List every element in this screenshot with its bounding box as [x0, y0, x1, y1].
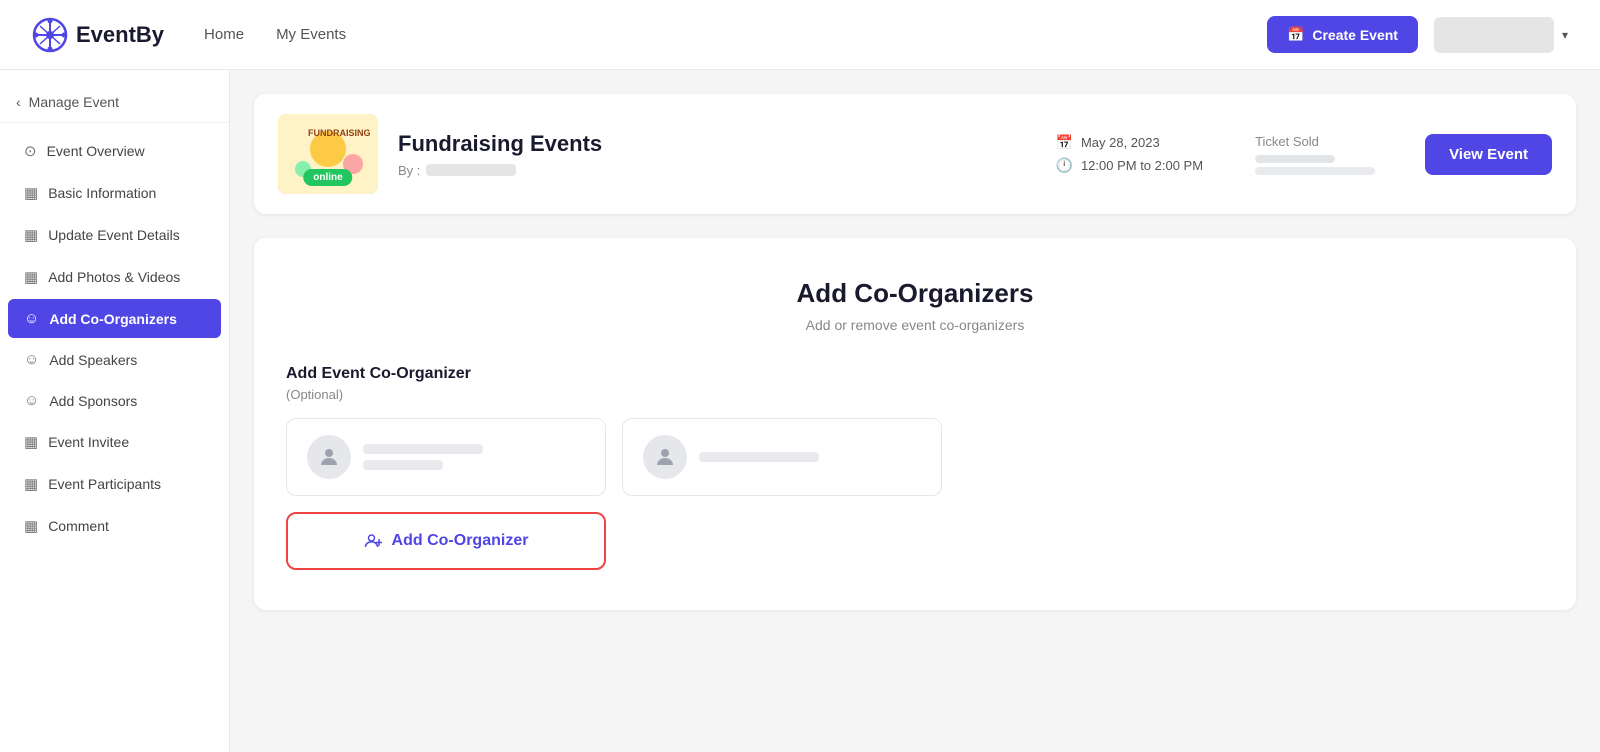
- basic-info-icon: ▦: [24, 184, 38, 202]
- blur-bar-2: [363, 460, 443, 470]
- co-organizers-icon: ☺: [24, 310, 39, 327]
- topnav-right: 📅 Create Event ▾: [1267, 16, 1568, 53]
- event-title: Fundraising Events: [398, 131, 1036, 157]
- sidebar-item-basic-information[interactable]: ▦ Basic Information: [8, 173, 221, 213]
- nav-my-events[interactable]: My Events: [276, 26, 346, 43]
- create-event-button[interactable]: 📅 Create Event: [1267, 16, 1418, 53]
- chevron-down-icon: ▾: [1562, 28, 1568, 42]
- blur-bar-3: [699, 452, 819, 462]
- event-thumbnail-image: FUNDRAISING online: [278, 114, 378, 194]
- sidebar-item-label: Update Event Details: [48, 227, 180, 243]
- logo[interactable]: EventBy: [32, 17, 164, 53]
- online-badge: online: [303, 169, 352, 186]
- nav-links: Home My Events: [204, 26, 1267, 43]
- sidebar-item-label: Event Invitee: [48, 434, 129, 450]
- person-icon-1: [317, 445, 341, 469]
- section-title: Add Co-Organizers: [286, 278, 1544, 309]
- ticket-sold-label: Ticket Sold: [1255, 134, 1405, 149]
- sidebar-item-event-participants[interactable]: ▦ Event Participants: [8, 464, 221, 504]
- person-icon-2: [653, 445, 677, 469]
- logo-text: EventBy: [76, 22, 164, 48]
- ticket-bar-1: [1255, 155, 1335, 163]
- sidebar-item-label: Event Overview: [47, 143, 145, 159]
- sidebar: ‹ Manage Event ⊙ Event Overview ▦ Basic …: [0, 70, 230, 752]
- co-org-card-2: [622, 418, 942, 496]
- comment-icon: ▦: [24, 517, 38, 535]
- sidebar-item-add-co-organizers[interactable]: ☺ Add Co-Organizers: [8, 299, 221, 338]
- calendar-meta-icon: 📅: [1056, 134, 1073, 151]
- by-label: By :: [398, 163, 420, 178]
- sidebar-item-label: Add Sponsors: [49, 393, 137, 409]
- speakers-icon: ☺: [24, 351, 39, 368]
- sidebar-item-add-photos-videos[interactable]: ▦ Add Photos & Videos: [8, 257, 221, 297]
- photos-videos-icon: ▦: [24, 268, 38, 286]
- create-event-label: Create Event: [1312, 27, 1398, 43]
- ticket-bars: [1255, 155, 1405, 175]
- co-org-cards-list: [286, 418, 1544, 496]
- view-event-button[interactable]: View Event: [1425, 134, 1552, 175]
- back-arrow-icon: ‹: [16, 94, 21, 110]
- co-org-avatar-1: [307, 435, 351, 479]
- sponsors-icon: ☺: [24, 392, 39, 409]
- overview-icon: ⊙: [24, 142, 37, 160]
- invitee-icon: ▦: [24, 433, 38, 451]
- event-date-text: May 28, 2023: [1081, 135, 1160, 150]
- organizer-name-blur: [426, 164, 516, 176]
- participants-icon: ▦: [24, 475, 38, 493]
- user-dropdown[interactable]: ▾: [1434, 17, 1568, 53]
- sidebar-item-add-sponsors[interactable]: ☺ Add Sponsors: [8, 381, 221, 420]
- sidebar-item-label: Comment: [48, 518, 109, 534]
- svg-text:FUNDRAISING: FUNDRAISING: [308, 128, 371, 138]
- manage-event-back[interactable]: ‹ Manage Event: [0, 82, 229, 123]
- sidebar-back-label: Manage Event: [29, 94, 119, 110]
- event-card: FUNDRAISING online Fundraising Events By…: [254, 94, 1576, 214]
- sidebar-item-label: Add Speakers: [49, 352, 137, 368]
- co-org-avatar-2: [643, 435, 687, 479]
- sidebar-item-event-invitee[interactable]: ▦ Event Invitee: [8, 422, 221, 462]
- co-organizers-section: Add Co-Organizers Add or remove event co…: [254, 238, 1576, 610]
- sidebar-item-label: Event Participants: [48, 476, 161, 492]
- add-person-icon: [364, 532, 382, 550]
- top-navigation: EventBy Home My Events 📅 Create Event ▾: [0, 0, 1600, 70]
- event-meta: 📅 May 28, 2023 🕛 12:00 PM to 2:00 PM: [1056, 134, 1204, 174]
- co-org-optional: (Optional): [286, 387, 1544, 402]
- co-org-card-1: [286, 418, 606, 496]
- calendar-icon: 📅: [1287, 26, 1304, 43]
- event-info: Fundraising Events By :: [398, 131, 1036, 178]
- co-org-form-label: Add Event Co-Organizer: [286, 365, 1544, 383]
- user-avatar: [1434, 17, 1554, 53]
- clock-icon: 🕛: [1056, 157, 1073, 174]
- event-by: By :: [398, 163, 1036, 178]
- sidebar-item-event-overview[interactable]: ⊙ Event Overview: [8, 131, 221, 171]
- add-co-org-button-wrapper: Add Co-Organizer: [286, 512, 1544, 570]
- sidebar-item-label: Add Photos & Videos: [48, 269, 180, 285]
- sidebar-item-update-event-details[interactable]: ▦ Update Event Details: [8, 215, 221, 255]
- ticket-bar-2: [1255, 167, 1375, 175]
- event-date: 📅 May 28, 2023: [1056, 134, 1204, 151]
- add-co-organizer-label: Add Co-Organizer: [392, 532, 529, 550]
- event-time: 🕛 12:00 PM to 2:00 PM: [1056, 157, 1204, 174]
- logo-icon: [32, 17, 68, 53]
- sidebar-item-label: Add Co-Organizers: [49, 311, 177, 327]
- nav-home[interactable]: Home: [204, 26, 244, 43]
- ticket-section: Ticket Sold: [1255, 134, 1405, 175]
- update-details-icon: ▦: [24, 226, 38, 244]
- page-layout: ‹ Manage Event ⊙ Event Overview ▦ Basic …: [0, 70, 1600, 752]
- section-subtitle: Add or remove event co-organizers: [286, 317, 1544, 333]
- sidebar-item-comment[interactable]: ▦ Comment: [8, 506, 221, 546]
- sidebar-item-add-speakers[interactable]: ☺ Add Speakers: [8, 340, 221, 379]
- co-org-name-blur-2: [699, 452, 921, 462]
- main-content: FUNDRAISING online Fundraising Events By…: [230, 70, 1600, 752]
- sidebar-item-label: Basic Information: [48, 185, 156, 201]
- event-time-text: 12:00 PM to 2:00 PM: [1081, 158, 1203, 173]
- co-org-name-blur-1: [363, 444, 585, 470]
- add-co-organizer-button[interactable]: Add Co-Organizer: [286, 512, 606, 570]
- event-thumbnail: FUNDRAISING online: [278, 114, 378, 194]
- blur-bar-1: [363, 444, 483, 454]
